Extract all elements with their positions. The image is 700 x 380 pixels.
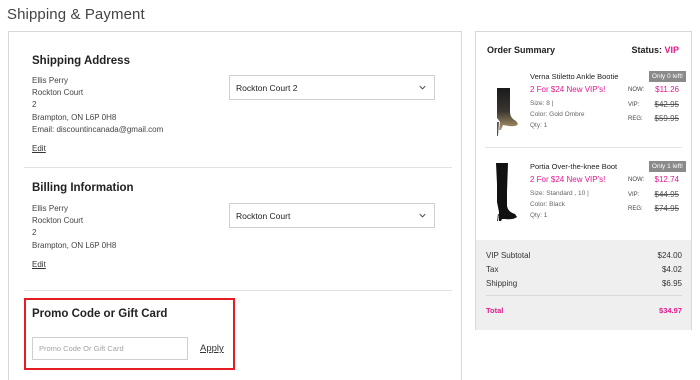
billing-edit-link[interactable]: Edit <box>32 260 46 269</box>
shipping-row: Shipping $6.95 <box>486 279 682 288</box>
status-value: VIP <box>664 45 679 55</box>
reg-price: $59.95 <box>654 114 679 123</box>
reg-price-label: REG: <box>628 116 643 122</box>
order-summary-title: Order Summary <box>487 45 556 55</box>
reg-price-label: REG: <box>628 206 643 212</box>
item-name[interactable]: Portia Over-the-knee Boot <box>530 162 617 171</box>
section-divider <box>24 290 452 291</box>
tax-value: $4.02 <box>661 265 682 274</box>
shipping-address-heading: Shipping Address <box>32 55 130 67</box>
total-value: $34.97 <box>659 306 682 315</box>
shipping-name: Ellis Perry <box>32 76 69 85</box>
shipping-cost-value: $6.95 <box>661 279 682 288</box>
shipping-address-select[interactable]: Rockton Court 2 <box>229 75 435 100</box>
now-price-label: NOW: <box>628 177 645 183</box>
shipping-cost-label: Shipping <box>486 279 518 288</box>
promo-code-input[interactable] <box>32 337 188 360</box>
stock-badge: Only 1 left! <box>648 161 686 172</box>
totals-divider <box>486 295 682 296</box>
section-divider <box>24 167 452 168</box>
status-label: Status: <box>631 45 662 55</box>
chevron-down-icon <box>419 213 426 218</box>
subtotal-row: VIP Subtotal $24.00 <box>486 251 682 260</box>
now-price: $11.26 <box>655 85 679 94</box>
billing-address-select[interactable]: Rockton Court <box>229 203 435 228</box>
shipping-city: Brampton, ON L6P 0H8 <box>32 112 117 122</box>
billing-information-heading: Billing Information <box>32 182 134 194</box>
vip-price-label: VIP: <box>628 192 640 198</box>
item-divider <box>485 147 682 148</box>
order-totals: VIP Subtotal $24.00 Tax $4.02 Shipping $… <box>476 240 691 330</box>
billing-address-block: Ellis Perry Rockton Court 2 Brampton, ON… <box>32 203 116 252</box>
billing-city: Brampton, ON L6P 0H8 <box>32 240 117 250</box>
order-summary-panel: Order Summary Status: VIP Verna Stiletto… <box>475 31 692 330</box>
tax-label: Tax <box>486 265 499 274</box>
shipping-address-block: Ellis Perry Rockton Court 2 Brampton, ON… <box>32 75 163 136</box>
shipping-email: Email: discountincanada@gmail.com <box>32 124 164 134</box>
item-size: Size: Standard , 10 | <box>530 190 589 197</box>
billing-unit: 2 <box>32 228 37 238</box>
billing-name: Ellis Perry <box>32 204 69 213</box>
billing-select-value: Rockton Court <box>236 210 291 221</box>
subtotal-label: VIP Subtotal <box>486 251 531 260</box>
order-item: Verna Stiletto Ankle Bootie Only 0 left!… <box>476 68 691 156</box>
total-label: Total <box>486 306 504 315</box>
vip-price: $42.95 <box>654 100 679 109</box>
shipping-street: Rockton Court <box>32 88 84 98</box>
shipping-unit: 2 <box>32 100 37 110</box>
item-name[interactable]: Verna Stiletto Ankle Bootie <box>530 72 618 81</box>
shipping-edit-link[interactable]: Edit <box>32 144 46 153</box>
reg-price: $74.95 <box>654 204 679 213</box>
order-item: Portia Over-the-knee Boot Only 1 left! 2… <box>476 158 691 246</box>
apply-promo-button[interactable]: Apply <box>200 343 224 354</box>
billing-street: Rockton Court <box>32 216 84 226</box>
stock-badge: Only 0 left! <box>648 71 686 82</box>
item-qty: Qty: 1 <box>530 122 548 129</box>
item-promo-text: 2 For $24 New VIP's! <box>530 85 606 94</box>
item-color: Color: Black <box>530 201 566 208</box>
item-size: Size: 8 | <box>530 100 554 107</box>
item-color: Color: Gold Ombre <box>530 111 585 118</box>
subtotal-value: $24.00 <box>657 251 682 260</box>
shipping-select-value: Rockton Court 2 <box>236 82 298 93</box>
ankle-bootie-image <box>497 88 518 136</box>
chevron-down-icon <box>419 85 426 90</box>
now-price-label: NOW: <box>628 87 645 93</box>
page-title: Shipping & Payment <box>7 6 145 23</box>
now-price: $12.74 <box>654 175 679 184</box>
item-qty: Qty: 1 <box>530 212 548 219</box>
tax-row: Tax $4.02 <box>486 265 682 274</box>
vip-price: $44.95 <box>654 190 679 199</box>
membership-status: Status: VIP <box>631 45 679 55</box>
item-promo-text: 2 For $24 New VIP's! <box>530 175 606 184</box>
total-row: Total $34.97 <box>486 306 682 315</box>
vip-price-label: VIP: <box>628 102 640 108</box>
over-the-knee-boot-image <box>496 163 517 221</box>
